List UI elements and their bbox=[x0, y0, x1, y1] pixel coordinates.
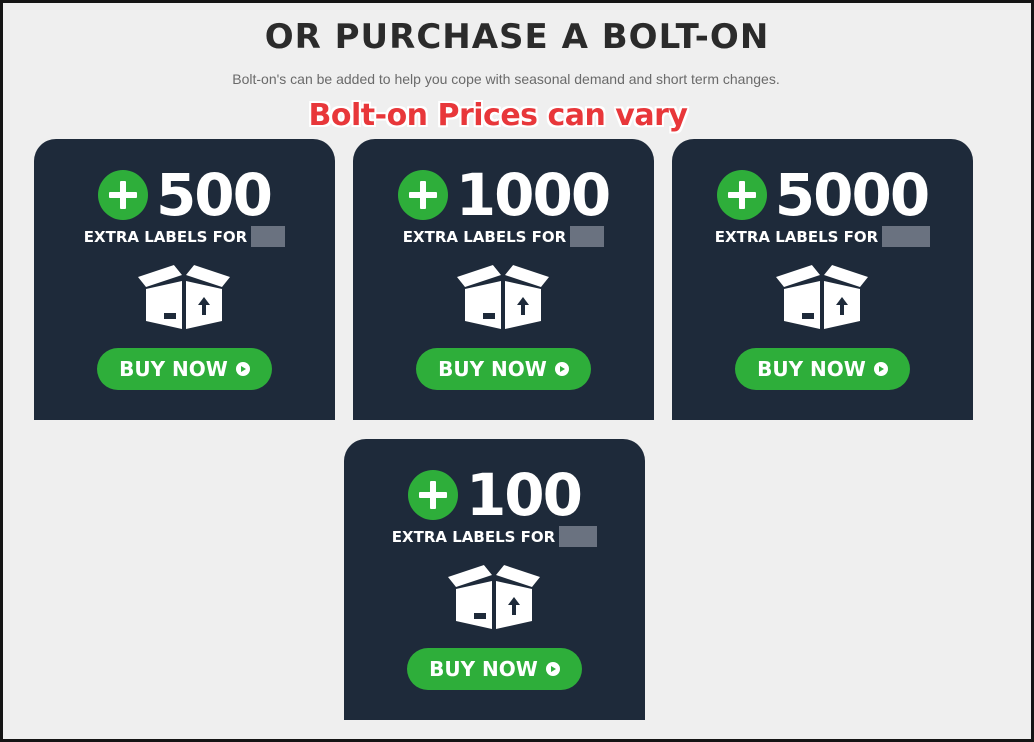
bolt-on-card-500: 500 EXTRA LABELS FOR BUY NOW bbox=[34, 139, 335, 420]
play-icon bbox=[555, 362, 569, 376]
price-row: EXTRA LABELS FOR bbox=[34, 226, 335, 247]
plus-icon bbox=[397, 170, 448, 220]
redacted-price bbox=[882, 226, 931, 247]
amount-row: 5000 bbox=[672, 165, 973, 225]
plus-icon bbox=[716, 170, 767, 220]
play-icon bbox=[874, 362, 888, 376]
extra-labels-text: EXTRA LABELS FOR bbox=[391, 527, 556, 546]
bolt-on-card-5000: 5000 EXTRA LABELS FOR BUY NOW bbox=[672, 139, 973, 420]
redacted-price bbox=[251, 226, 286, 247]
open-box-icon bbox=[453, 263, 553, 331]
play-icon bbox=[546, 662, 560, 676]
buy-now-label: BUY NOW bbox=[757, 357, 866, 381]
buy-now-label: BUY NOW bbox=[429, 657, 538, 681]
amount-row: 1000 bbox=[353, 165, 654, 225]
label-amount: 100 bbox=[465, 461, 583, 529]
buy-now-button[interactable]: BUY NOW bbox=[735, 348, 910, 390]
page-title: OR PURCHASE A BOLT-ON bbox=[264, 17, 770, 57]
extra-labels-text: EXTRA LABELS FOR bbox=[83, 227, 248, 246]
extra-labels-text: EXTRA LABELS FOR bbox=[714, 227, 879, 246]
page-frame: OR PURCHASE A BOLT-ON Bolt-on's can be a… bbox=[0, 0, 1034, 742]
plus-icon bbox=[97, 170, 148, 220]
label-amount: 1000 bbox=[455, 161, 611, 229]
amount-row: 500 bbox=[34, 165, 335, 225]
amount-row: 100 bbox=[344, 465, 645, 525]
price-row: EXTRA LABELS FOR bbox=[344, 526, 645, 547]
buy-now-button[interactable]: BUY NOW bbox=[407, 648, 582, 690]
bolt-on-card-100: 100 EXTRA LABELS FOR BUY NOW bbox=[344, 439, 645, 720]
buy-now-button[interactable]: BUY NOW bbox=[97, 348, 272, 390]
buy-now-label: BUY NOW bbox=[438, 357, 547, 381]
price-annotation: Bolt-on Prices can vary bbox=[308, 98, 688, 133]
buy-now-label: BUY NOW bbox=[119, 357, 228, 381]
label-amount: 5000 bbox=[774, 161, 930, 229]
open-box-icon bbox=[772, 263, 872, 331]
buy-now-button[interactable]: BUY NOW bbox=[416, 348, 591, 390]
plus-icon bbox=[407, 470, 458, 520]
bolt-on-card-1000: 1000 EXTRA LABELS FOR BUY NOW bbox=[353, 139, 654, 420]
extra-labels-text: EXTRA LABELS FOR bbox=[402, 227, 567, 246]
open-box-icon bbox=[444, 563, 544, 631]
page-subtitle: Bolt-on's can be added to help you cope … bbox=[232, 71, 780, 87]
play-icon bbox=[236, 362, 250, 376]
price-row: EXTRA LABELS FOR bbox=[672, 226, 973, 247]
price-row: EXTRA LABELS FOR bbox=[353, 226, 654, 247]
redacted-price bbox=[559, 526, 598, 547]
open-box-icon bbox=[134, 263, 234, 331]
label-amount: 500 bbox=[155, 161, 273, 229]
redacted-price bbox=[570, 226, 605, 247]
